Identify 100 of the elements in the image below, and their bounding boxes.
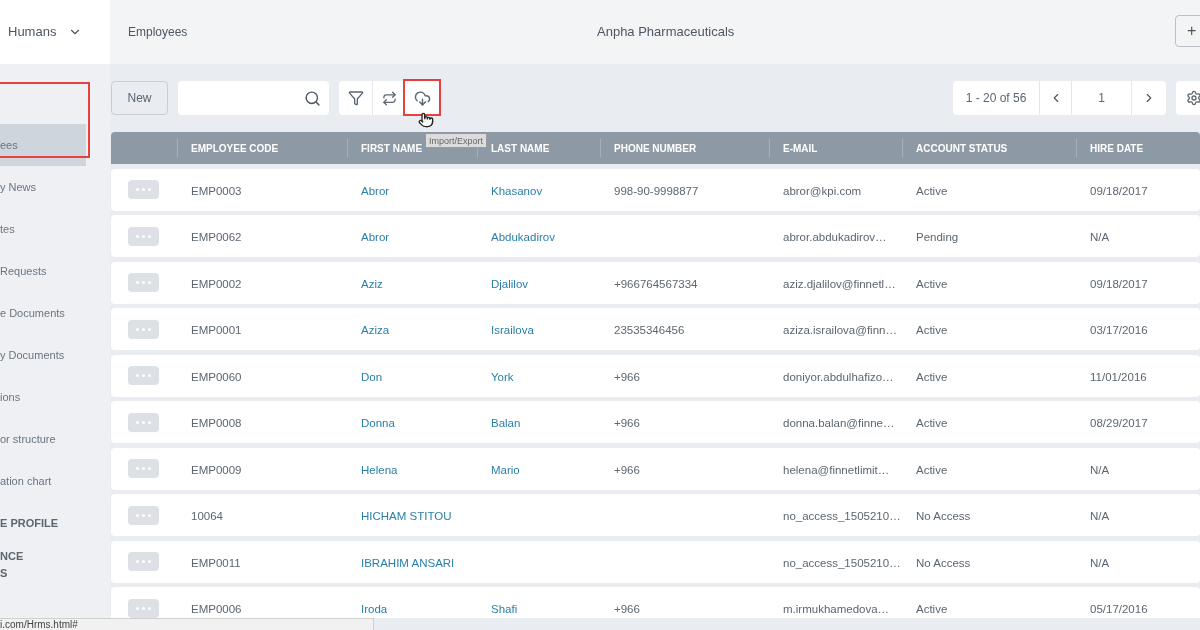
breadcrumb: Employees — [128, 24, 188, 41]
page-range: 1 - 20 of 56 — [953, 81, 1040, 115]
name-link[interactable]: HICHAM STITOU — [361, 510, 452, 522]
table-cell: doniyor.abdulhafizo… — [783, 370, 894, 383]
table-cell: N/A — [1090, 510, 1110, 522]
column-header[interactable]: EMPLOYEE CODE — [191, 140, 279, 156]
name-link[interactable]: Mario — [491, 463, 520, 476]
tooltip: Import/Export — [425, 133, 488, 148]
table-cell: Active — [916, 324, 948, 336]
name-link[interactable]: Khasanov — [491, 184, 543, 197]
table-cell: abror@kpi.com — [783, 184, 862, 197]
filter-icon — [347, 90, 364, 106]
name-link[interactable]: Aziza — [361, 324, 390, 336]
table-cell: donna.balan@finne… — [783, 417, 895, 429]
table-cell: 23535346456 — [614, 324, 685, 336]
table-cell: no_access_1505210… — [783, 556, 901, 569]
row-actions-button[interactable] — [128, 366, 159, 385]
row-actions-button[interactable] — [128, 319, 159, 339]
table-cell: EMP0002 — [191, 277, 242, 290]
table-cell: Active — [916, 603, 948, 615]
table-cell: no_access_1505210… — [783, 510, 901, 522]
name-link[interactable]: Donna — [361, 417, 395, 429]
column-header[interactable]: ACCOUNT STATUS — [916, 140, 1008, 156]
row-actions-button[interactable] — [128, 412, 159, 432]
company-name: Anpha Pharmaceuticals — [597, 23, 735, 42]
table-cell: N/A — [1090, 556, 1110, 569]
column-header[interactable]: HIRE DATE — [1090, 140, 1144, 156]
name-link[interactable]: Don — [361, 370, 383, 383]
sidebar-section[interactable]: E PROFILE — [0, 502, 86, 544]
name-link[interactable]: Shafi — [491, 603, 518, 615]
add-button[interactable]: + — [1175, 15, 1200, 47]
row-actions-button[interactable] — [128, 505, 159, 525]
table-cell: +966 — [614, 463, 640, 476]
table-cell: EMP0008 — [191, 417, 242, 429]
name-link[interactable]: Abdukadirov — [491, 231, 555, 243]
column-header[interactable]: LAST NAME — [491, 140, 550, 156]
sidebar-item[interactable]: tes — [0, 208, 86, 250]
sidebar-item[interactable]: ation chart — [0, 460, 86, 502]
name-link[interactable]: Djalilov — [491, 277, 529, 290]
column-header[interactable]: FIRST NAME — [361, 140, 423, 156]
table-cell: helena@finnetlimit… — [783, 463, 890, 476]
name-link[interactable]: York — [491, 370, 514, 383]
search-field[interactable] — [178, 81, 329, 115]
page-number-field[interactable]: 1 — [1072, 81, 1132, 115]
row-actions-button[interactable] — [128, 226, 159, 246]
sidebar-section[interactable]: NCE S — [0, 544, 86, 586]
name-link[interactable]: Aziz — [361, 277, 383, 290]
sidebar-item[interactable]: y Documents — [0, 334, 86, 376]
name-link[interactable]: IBRAHIM ANSARI — [361, 556, 455, 569]
table-cell: Active — [916, 370, 948, 383]
table-cell: EMP0001 — [191, 324, 242, 336]
table-cell: 09/18/2017 — [1090, 184, 1148, 197]
name-link[interactable]: Israilova — [491, 324, 534, 336]
table-cell: aziza.israilova@finn… — [783, 324, 897, 336]
row-actions-button[interactable] — [128, 552, 159, 571]
table-cell: m.irmukhamedova… — [783, 603, 890, 615]
table-cell: N/A — [1090, 231, 1110, 243]
table-cell: 05/17/2016 — [1090, 603, 1148, 615]
table-cell: 08/29/2017 — [1090, 417, 1148, 429]
table-cell: Pending — [916, 231, 959, 243]
name-link[interactable]: Balan — [491, 417, 521, 429]
table-cell: EMP0009 — [191, 463, 242, 476]
table-cell: +966 — [614, 417, 640, 429]
table-cell: Active — [916, 417, 948, 429]
table-cell: 10064 — [191, 510, 223, 522]
settings-button[interactable] — [1176, 81, 1200, 115]
sidebar-item[interactable]: e Documents — [0, 292, 86, 334]
table-cell: EMP0003 — [191, 184, 242, 197]
repeat-icon — [381, 90, 397, 106]
sidebar-item[interactable]: ions — [0, 376, 86, 418]
name-link[interactable]: Abror — [361, 231, 390, 243]
column-header[interactable]: E-MAIL — [783, 140, 818, 156]
table-cell: Active — [916, 184, 948, 197]
row-actions-button[interactable] — [128, 273, 159, 292]
sidebar-item[interactable]: y News — [0, 166, 86, 208]
table-cell: EMP0060 — [191, 370, 242, 383]
sidebar-item[interactable]: or structure — [0, 418, 86, 460]
status-bar-url: i.com/Hrms.html# — [0, 618, 78, 630]
table-cell: abror.abdukadirov… — [783, 231, 887, 243]
sidebar-item[interactable]: ees — [0, 124, 86, 166]
table-cell: Active — [916, 277, 948, 290]
name-link[interactable]: Abror — [361, 184, 390, 197]
search-icon[interactable] — [304, 89, 321, 107]
app-switcher[interactable]: Humans — [8, 22, 57, 42]
name-link[interactable]: Iroda — [361, 603, 388, 615]
table-cell: EMP0062 — [191, 231, 242, 243]
sidebar-item[interactable]: Requests — [0, 250, 86, 292]
row-actions-button[interactable] — [128, 180, 159, 199]
cloud-download-icon — [414, 89, 431, 107]
new-button[interactable]: New — [111, 81, 168, 115]
table-cell: +966764567334 — [614, 277, 698, 290]
table-cell: aziz.djalilov@finnetl… — [783, 277, 896, 290]
row-actions-button[interactable] — [128, 459, 159, 478]
name-link[interactable]: Helena — [361, 463, 398, 476]
table-cell: 03/17/2016 — [1090, 324, 1148, 336]
table-cell: 09/18/2017 — [1090, 277, 1148, 290]
settings-icon — [1186, 90, 1200, 106]
table-cell: EMP0006 — [191, 603, 242, 615]
row-actions-button[interactable] — [128, 598, 159, 618]
column-header[interactable]: PHONE NUMBER — [614, 140, 697, 156]
